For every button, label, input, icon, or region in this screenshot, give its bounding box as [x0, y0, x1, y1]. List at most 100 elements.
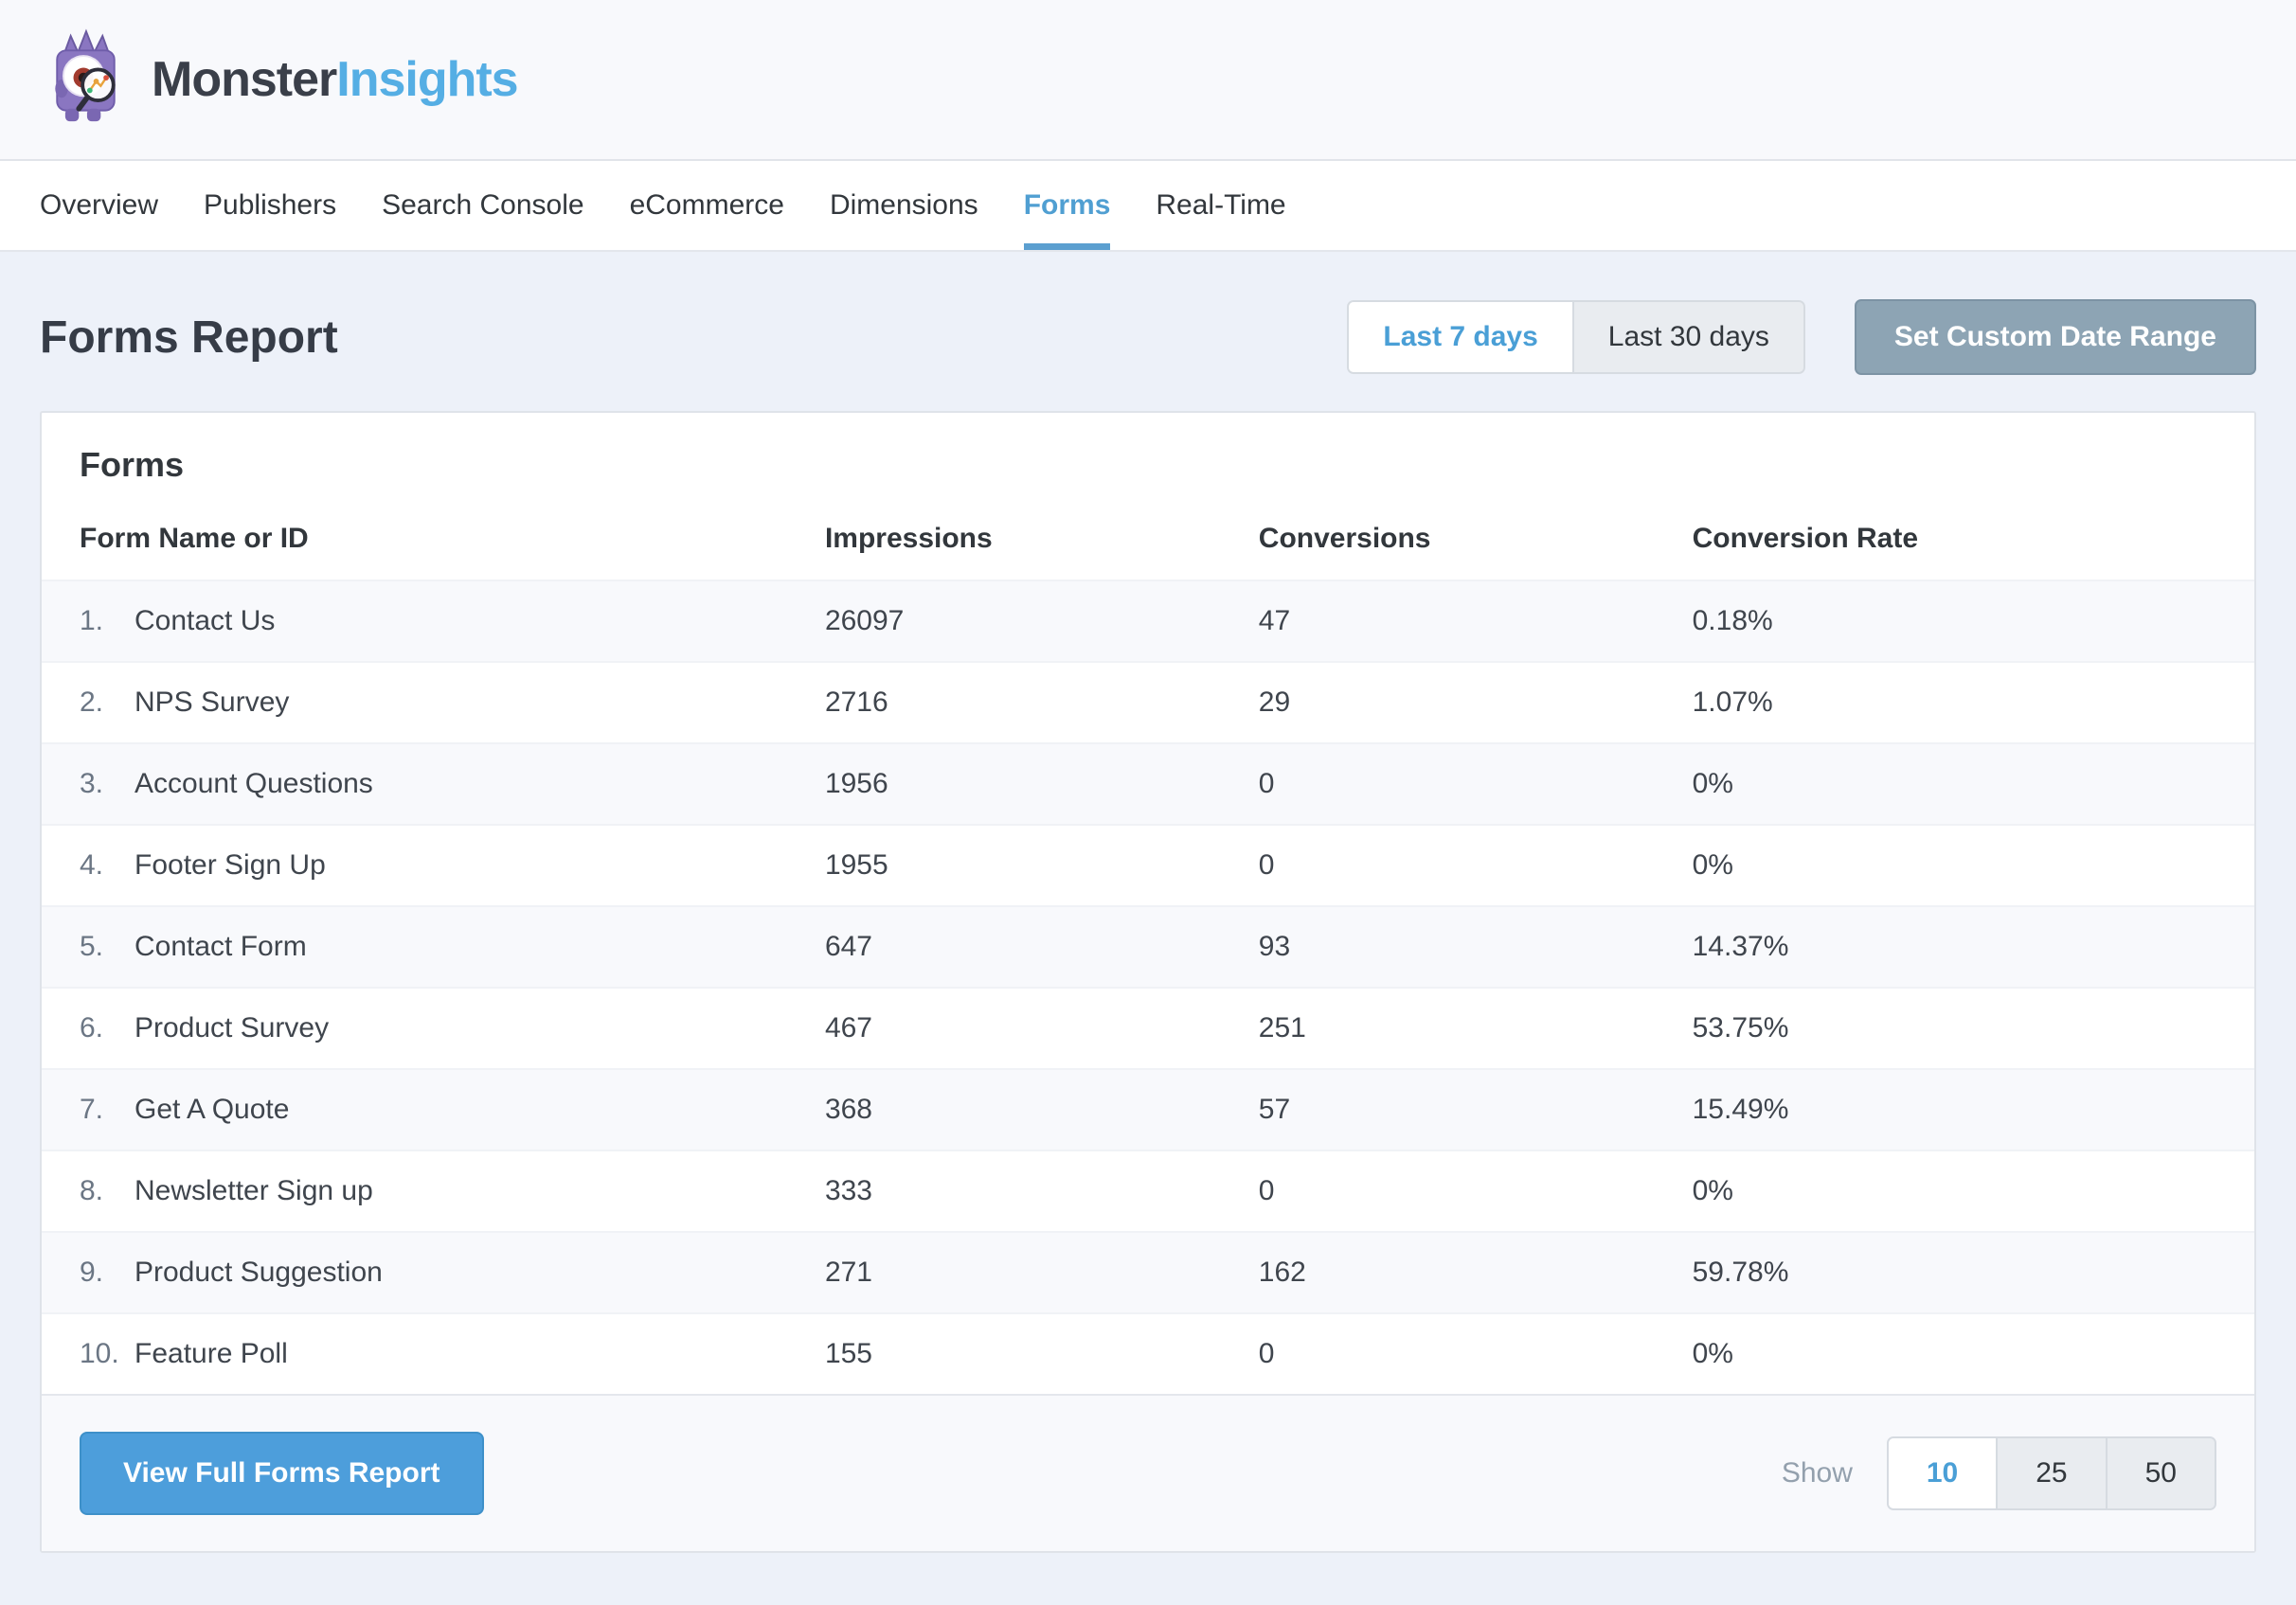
nav-item-forms[interactable]: Forms — [1024, 161, 1111, 250]
show-label: Show — [1782, 1457, 1853, 1489]
conversions-cell: 251 — [1259, 1012, 1693, 1044]
form-name-cell: 2.NPS Survey — [42, 687, 825, 719]
form-name-cell: 1.Contact Us — [42, 605, 825, 637]
conversions-cell: 0 — [1259, 1175, 1693, 1207]
impressions-cell: 1956 — [825, 768, 1259, 800]
table-row-product-suggestion: 9.Product Suggestion27116259.78% — [42, 1231, 2254, 1312]
report-header-row: Forms Report Last 7 daysLast 30 days Set… — [40, 299, 2256, 375]
row-rank: 4. — [80, 849, 135, 882]
app-header: MonsterInsights — [0, 0, 2296, 161]
form-name-cell: 4.Footer Sign Up — [42, 849, 825, 882]
nav-item-dimensions[interactable]: Dimensions — [830, 161, 978, 250]
forms-card: Forms Form Name or ID Impressions Conver… — [40, 411, 2256, 1553]
impressions-cell: 26097 — [825, 605, 1259, 637]
impressions-cell: 333 — [825, 1175, 1259, 1207]
conversions-cell: 93 — [1259, 931, 1693, 963]
date-range-toggle: Last 7 daysLast 30 days — [1347, 300, 1805, 374]
rows-per-page-control: Show 102550 — [1782, 1436, 2216, 1510]
impressions-cell: 368 — [825, 1094, 1259, 1126]
impressions-cell: 1955 — [825, 849, 1259, 882]
form-name: Footer Sign Up — [135, 849, 326, 882]
page-content: Forms Report Last 7 daysLast 30 days Set… — [0, 299, 2296, 1553]
row-rank: 6. — [80, 1012, 135, 1044]
conversion-rate-cell: 1.07% — [1693, 687, 2254, 719]
impressions-cell: 467 — [825, 1012, 1259, 1044]
table-row-newsletter-sign-up: 8.Newsletter Sign up33300% — [42, 1150, 2254, 1231]
form-name-cell: 3.Account Questions — [42, 768, 825, 800]
forms-table: Form Name or ID Impressions Conversions … — [42, 513, 2254, 1394]
impressions-cell: 647 — [825, 931, 1259, 963]
row-rank: 7. — [80, 1094, 135, 1126]
row-rank: 8. — [80, 1175, 135, 1207]
card-footer: View Full Forms Report Show 102550 — [42, 1394, 2254, 1551]
form-name: Feature Poll — [135, 1338, 288, 1370]
row-rank: 2. — [80, 687, 135, 719]
page-size-toggle: 102550 — [1887, 1436, 2216, 1510]
table-row-product-survey: 6.Product Survey46725153.75% — [42, 987, 2254, 1068]
monster-mascot-icon — [40, 27, 131, 132]
view-full-forms-report-button[interactable]: View Full Forms Report — [80, 1432, 484, 1515]
table-row-feature-poll: 10.Feature Poll15500% — [42, 1312, 2254, 1394]
nav-item-ecommerce[interactable]: eCommerce — [630, 161, 784, 250]
conversion-rate-cell: 0% — [1693, 849, 2254, 882]
form-name: Product Suggestion — [135, 1257, 383, 1289]
nav-item-real-time[interactable]: Real-Time — [1156, 161, 1285, 250]
conversions-cell: 0 — [1259, 849, 1693, 882]
nav-item-publishers[interactable]: Publishers — [204, 161, 336, 250]
main-nav: Overview Publishers Search Console eCommerc… — [0, 161, 2296, 252]
nav-item-search-console[interactable]: Search Console — [382, 161, 583, 250]
page-title: Forms Report — [40, 312, 338, 364]
table-row-contact-us: 1.Contact Us26097470.18% — [42, 580, 2254, 661]
date-range-option-last-30-days[interactable]: Last 30 days — [1572, 302, 1803, 372]
table-row-contact-form: 5.Contact Form6479314.37% — [42, 905, 2254, 987]
conversions-cell: 57 — [1259, 1094, 1693, 1126]
nav-item-overview[interactable]: Overview — [40, 161, 158, 250]
impressions-cell: 2716 — [825, 687, 1259, 719]
form-name: Contact Form — [135, 931, 307, 963]
card-title: Forms — [42, 413, 2254, 513]
column-header-impressions: Impressions — [825, 523, 1259, 555]
form-name: Get A Quote — [135, 1094, 289, 1126]
form-name-cell: 10.Feature Poll — [42, 1338, 825, 1370]
brand-name-monster: Monster — [152, 52, 336, 107]
date-controls: Last 7 daysLast 30 days Set Custom Date … — [1347, 299, 2256, 375]
conversion-rate-cell: 53.75% — [1693, 1012, 2254, 1044]
impressions-cell: 271 — [825, 1257, 1259, 1289]
form-name-cell: 5.Contact Form — [42, 931, 825, 963]
form-name-cell: 6.Product Survey — [42, 1012, 825, 1044]
page-size-option-25[interactable]: 25 — [1996, 1438, 2105, 1508]
column-header-form-name: Form Name or ID — [42, 523, 825, 555]
conversion-rate-cell: 59.78% — [1693, 1257, 2254, 1289]
form-name: Product Survey — [135, 1012, 329, 1044]
page-size-option-10[interactable]: 10 — [1889, 1438, 1996, 1508]
column-header-conversions: Conversions — [1259, 523, 1693, 555]
date-range-option-last-7-days[interactable]: Last 7 days — [1349, 302, 1571, 372]
form-name-cell: 8.Newsletter Sign up — [42, 1175, 825, 1207]
row-rank: 10. — [80, 1338, 135, 1370]
table-row-get-a-quote: 7.Get A Quote3685715.49% — [42, 1068, 2254, 1150]
form-name: Account Questions — [135, 768, 373, 800]
form-name-cell: 7.Get A Quote — [42, 1094, 825, 1126]
conversion-rate-cell: 0% — [1693, 1338, 2254, 1370]
table-header-row: Form Name or ID Impressions Conversions … — [42, 513, 2254, 580]
form-name: NPS Survey — [135, 687, 289, 719]
conversions-cell: 0 — [1259, 1338, 1693, 1370]
form-name: Contact Us — [135, 605, 275, 637]
conversions-cell: 0 — [1259, 768, 1693, 800]
conversion-rate-cell: 15.49% — [1693, 1094, 2254, 1126]
row-rank: 5. — [80, 931, 135, 963]
table-row-nps-survey: 2.NPS Survey2716291.07% — [42, 661, 2254, 742]
conversion-rate-cell: 0% — [1693, 1175, 2254, 1207]
set-custom-date-range-button[interactable]: Set Custom Date Range — [1855, 299, 2256, 375]
row-rank: 3. — [80, 768, 135, 800]
page-size-option-50[interactable]: 50 — [2106, 1438, 2215, 1508]
table-row-account-questions: 3.Account Questions195600% — [42, 742, 2254, 824]
row-rank: 9. — [80, 1257, 135, 1289]
table-row-footer-sign-up: 4.Footer Sign Up195500% — [42, 824, 2254, 905]
form-name: Newsletter Sign up — [135, 1175, 373, 1207]
brand-wordmark: MonsterInsights — [152, 51, 518, 108]
column-header-conversion-rate: Conversion Rate — [1693, 523, 2254, 555]
conversions-cell: 47 — [1259, 605, 1693, 637]
conversion-rate-cell: 14.37% — [1693, 931, 2254, 963]
conversions-cell: 29 — [1259, 687, 1693, 719]
